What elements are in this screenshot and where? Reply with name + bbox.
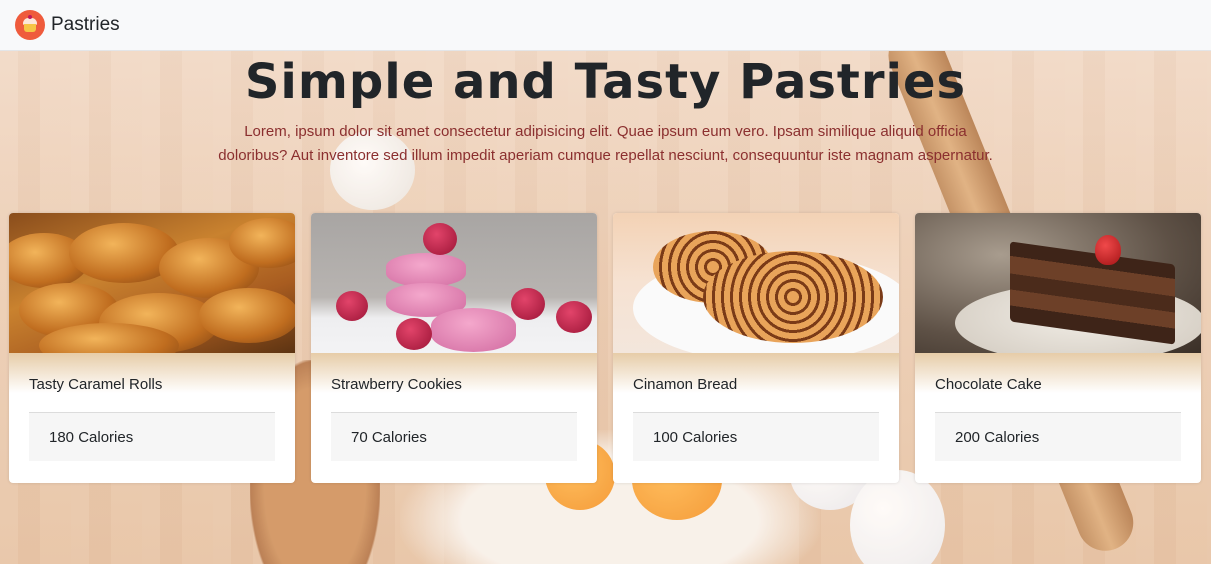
hero-description: Lorem, ipsum dolor sit amet consectetur … — [218, 123, 993, 164]
croissants-image — [9, 213, 295, 353]
card-calories: 200 Calories — [935, 413, 1181, 461]
card-list: Tasty Caramel Rolls 180 Calories Strawbe… — [9, 213, 1202, 483]
page-title: Simple and Tasty Pastries — [244, 54, 967, 110]
cupcake-icon[interactable] — [15, 10, 45, 40]
card-calories: 100 Calories — [633, 413, 879, 461]
chocolate-cake-image — [915, 213, 1201, 353]
macarons-image — [311, 213, 597, 353]
card-chocolate-cake[interactable]: Chocolate Cake 200 Calories — [915, 213, 1201, 483]
card-calories: 180 Calories — [29, 413, 275, 461]
card-calories: 70 Calories — [331, 413, 577, 461]
card-title: Tasty Caramel Rolls — [29, 376, 163, 393]
cinnamon-rolls-image — [613, 213, 899, 353]
card-title: Cinamon Bread — [633, 376, 738, 393]
card-cinamon-bread[interactable]: Cinamon Bread 100 Calories — [613, 213, 899, 483]
card-title: Chocolate Cake — [935, 376, 1042, 393]
card-title: Strawberry Cookies — [331, 376, 462, 393]
navbar: Pastries — [0, 0, 1211, 51]
card-strawberry-cookies[interactable]: Strawberry Cookies 70 Calories — [311, 213, 597, 483]
card-caramel-rolls[interactable]: Tasty Caramel Rolls 180 Calories — [9, 213, 295, 483]
brand-link[interactable]: Pastries — [51, 14, 120, 36]
